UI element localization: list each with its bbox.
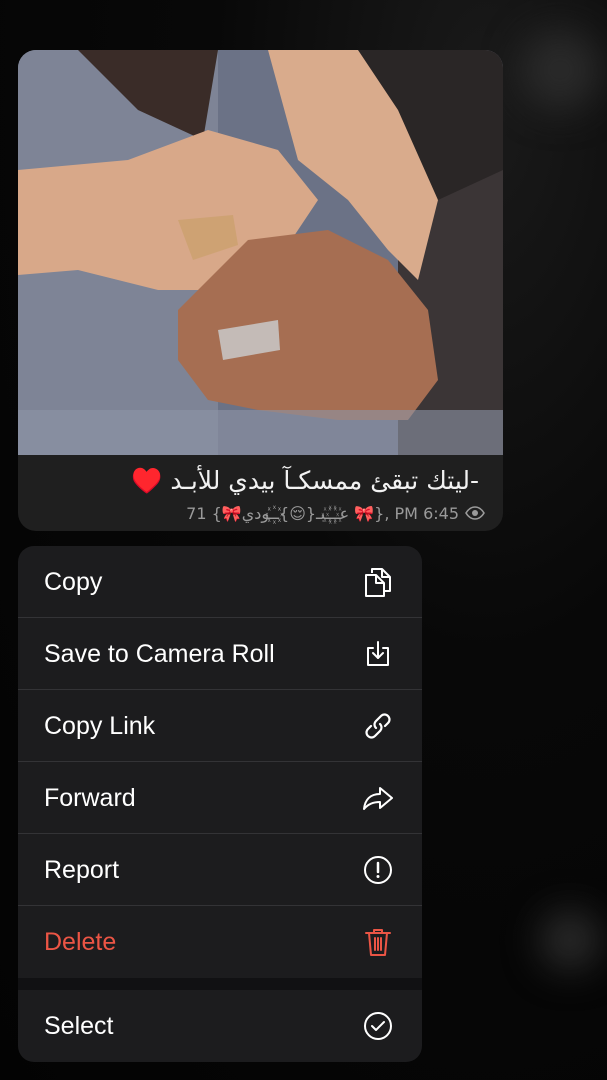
menu-item-forward[interactable]: Forward <box>18 762 422 834</box>
message-bubble[interactable]: -ليتك تبقئ ممسكـآ بيدي للأبـد ♥️ 71 {🎀عـ… <box>18 50 503 531</box>
copy-icon <box>362 566 394 598</box>
menu-item-label: Copy <box>44 567 103 596</box>
menu-item-copy-link[interactable]: Copy Link <box>18 690 422 762</box>
menu-item-label: Delete <box>44 927 117 956</box>
screen: -ليتك تبقئ ممسكـآ بيدي للأبـد ♥️ 71 {🎀عـ… <box>0 0 607 1080</box>
background-blur <box>520 30 600 110</box>
context-menu: Copy Save to Camera Roll Copy Link Forwa… <box>18 546 422 1062</box>
menu-separator <box>18 978 422 990</box>
forward-arrow-icon <box>362 782 394 814</box>
menu-item-select[interactable]: Select <box>18 990 422 1062</box>
save-download-icon <box>362 638 394 670</box>
menu-item-label: Copy Link <box>44 711 156 740</box>
background-blur <box>540 910 600 970</box>
trash-icon <box>362 926 394 958</box>
message-meta: 71 {🎀عـ꙰ـ꙰ـبـ{😌}ـ꙰꙰ـودي 🎀}, PM 6:45 <box>186 502 485 524</box>
menu-item-delete[interactable]: Delete <box>18 906 422 978</box>
menu-item-copy[interactable]: Copy <box>18 546 422 618</box>
check-circle-icon <box>362 1010 394 1042</box>
menu-item-label: Select <box>44 1011 114 1040</box>
menu-item-label: Report <box>44 855 120 884</box>
message-meta-text: 71 {🎀عـ꙰ـ꙰ـبـ{😌}ـ꙰꙰ـودي 🎀}, PM 6:45 <box>186 504 459 523</box>
menu-item-report[interactable]: Report <box>18 834 422 906</box>
menu-item-label: Save to Camera Roll <box>44 639 275 668</box>
eye-icon <box>465 506 485 520</box>
message-caption: -ليتك تبقئ ممسكـآ بيدي للأبـد ♥️ <box>131 466 479 495</box>
exclamation-circle-icon <box>362 854 394 886</box>
menu-item-label: Forward <box>44 783 136 812</box>
message-photo[interactable] <box>18 50 503 455</box>
link-icon <box>362 710 394 742</box>
menu-item-save-to-camera-roll[interactable]: Save to Camera Roll <box>18 618 422 690</box>
